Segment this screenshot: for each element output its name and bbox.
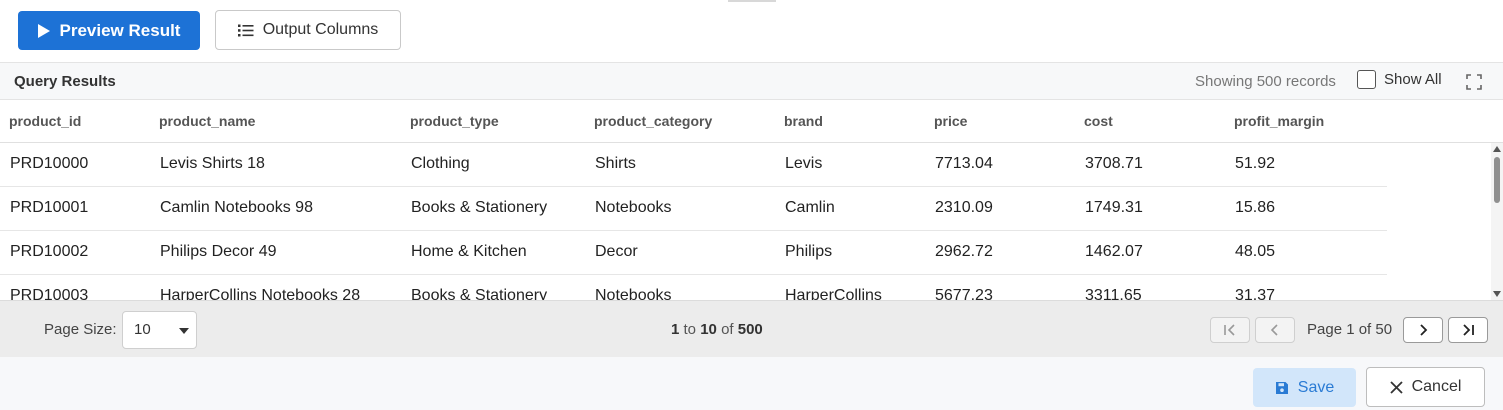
list-icon — [237, 24, 254, 36]
table-body: PRD10000 Levis Shirts 18 Clothing Shirts… — [0, 143, 1503, 300]
cell-product-category: Notebooks — [595, 199, 672, 216]
table-header: product_id product_name product_type pro… — [0, 100, 1503, 143]
cell-cost: 1749.31 — [1085, 199, 1143, 216]
cell-product-category: Decor — [595, 243, 638, 260]
cell-product-category: Notebooks — [595, 287, 672, 300]
cell-product-type: Books & Stationery — [411, 199, 548, 216]
save-button[interactable]: Save — [1253, 368, 1356, 407]
column-header-price[interactable]: price — [934, 113, 967, 129]
cell-product-id: PRD10000 — [10, 155, 89, 172]
records-count: Showing 500 records — [1195, 73, 1336, 90]
page-size-value: 10 — [134, 321, 151, 338]
cell-price: 2310.09 — [935, 199, 993, 216]
cell-product-id: PRD10001 — [10, 199, 89, 216]
caret-down-icon — [179, 328, 189, 334]
table-row[interactable]: PRD10000 Levis Shirts 18 Clothing Shirts… — [0, 143, 1387, 187]
cell-product-id: PRD10002 — [10, 243, 89, 260]
cell-price: 2962.72 — [935, 243, 993, 260]
cell-profit-margin: 31.37 — [1235, 287, 1276, 300]
range-start: 1 — [671, 321, 680, 338]
cell-product-type: Clothing — [411, 155, 470, 172]
table-row[interactable]: PRD10001 Camlin Notebooks 98 Books & Sta… — [0, 187, 1387, 231]
column-header-product-name[interactable]: product_name — [159, 113, 255, 129]
cancel-button[interactable]: Cancel — [1366, 367, 1485, 407]
preview-result-label: Preview Result — [59, 20, 181, 40]
row-range: 1 to 10 of 500 — [671, 321, 763, 338]
vertical-scrollbar[interactable] — [1491, 143, 1503, 300]
cell-product-name: HarperCollins Notebooks 28 — [160, 287, 361, 300]
last-page-button[interactable] — [1448, 317, 1488, 343]
scrollbar-thumb[interactable] — [1494, 157, 1500, 203]
show-all-toggle[interactable]: Show All — [1357, 70, 1442, 89]
column-header-brand[interactable]: brand — [784, 113, 823, 129]
cell-brand: Philips — [785, 243, 833, 260]
show-all-checkbox[interactable] — [1357, 70, 1376, 89]
drag-handle[interactable] — [728, 0, 776, 2]
dialog-footer: Save Cancel — [0, 357, 1503, 410]
cell-product-name: Camlin Notebooks 98 — [160, 199, 313, 216]
results-title: Query Results — [14, 73, 116, 90]
cell-brand: HarperCollins — [785, 287, 882, 300]
page-size-select[interactable]: 10 — [122, 311, 197, 349]
table-row[interactable]: PRD10003 HarperCollins Notebooks 28 Book… — [0, 275, 1387, 300]
save-icon — [1275, 381, 1288, 394]
table-row[interactable]: PRD10002 Philips Decor 49 Home & Kitchen… — [0, 231, 1387, 275]
toolbar: Preview Result Output Columns — [0, 0, 1503, 62]
cell-product-type: Home & Kitchen — [411, 243, 527, 260]
previous-page-button[interactable] — [1255, 317, 1295, 343]
next-page-button[interactable] — [1403, 317, 1443, 343]
preview-result-button[interactable]: Preview Result — [18, 11, 200, 50]
save-label: Save — [1297, 378, 1335, 396]
range-to: to — [683, 321, 697, 338]
cell-product-type: Books & Stationery — [411, 287, 548, 300]
cell-brand: Levis — [785, 155, 823, 172]
show-all-label: Show All — [1384, 71, 1442, 88]
cell-profit-margin: 48.05 — [1235, 243, 1276, 260]
cell-cost: 1462.07 — [1085, 243, 1143, 260]
chevron-right-icon — [1420, 324, 1428, 336]
cell-product-name: Philips Decor 49 — [160, 243, 277, 260]
cell-profit-margin: 15.86 — [1235, 199, 1276, 216]
cell-brand: Camlin — [785, 199, 835, 216]
page-info: Page 1 of 50 — [1307, 321, 1393, 338]
cell-cost: 3708.71 — [1085, 155, 1143, 172]
column-header-profit-margin[interactable]: profit_margin — [1234, 113, 1324, 129]
cell-cost: 3311.65 — [1085, 287, 1142, 300]
range-end: 10 — [700, 321, 717, 338]
pagination-bar: Page Size: 10 1 to 10 of 500 Page 1 of 5… — [0, 300, 1503, 357]
chevron-left-icon — [1270, 324, 1278, 336]
cell-price: 7713.04 — [935, 155, 993, 172]
scroll-up-icon[interactable] — [1493, 146, 1501, 152]
range-total: 500 — [737, 321, 763, 338]
column-header-product-type[interactable]: product_type — [410, 113, 499, 129]
cell-product-name: Levis Shirts 18 — [160, 155, 265, 172]
first-page-icon — [1224, 324, 1235, 336]
expand-icon[interactable] — [1466, 74, 1482, 90]
close-icon — [1389, 380, 1403, 394]
column-header-cost[interactable]: cost — [1084, 113, 1113, 129]
play-icon — [37, 23, 50, 38]
cancel-label: Cancel — [1411, 378, 1462, 395]
cell-product-category: Shirts — [595, 155, 636, 172]
results-header: Query Results Showing 500 records Show A… — [0, 62, 1503, 100]
output-columns-button[interactable]: Output Columns — [215, 10, 401, 50]
output-columns-label: Output Columns — [262, 21, 379, 38]
cell-product-id: PRD10003 — [10, 287, 89, 300]
last-page-icon — [1463, 324, 1474, 336]
first-page-button[interactable] — [1210, 317, 1250, 343]
column-header-product-id[interactable]: product_id — [9, 113, 81, 129]
cell-price: 5677.23 — [935, 287, 993, 300]
column-header-product-category[interactable]: product_category — [594, 113, 712, 129]
scroll-down-icon[interactable] — [1493, 291, 1501, 297]
page-size-label: Page Size: — [44, 321, 117, 338]
range-of: of — [721, 321, 734, 338]
cell-profit-margin: 51.92 — [1235, 155, 1276, 172]
